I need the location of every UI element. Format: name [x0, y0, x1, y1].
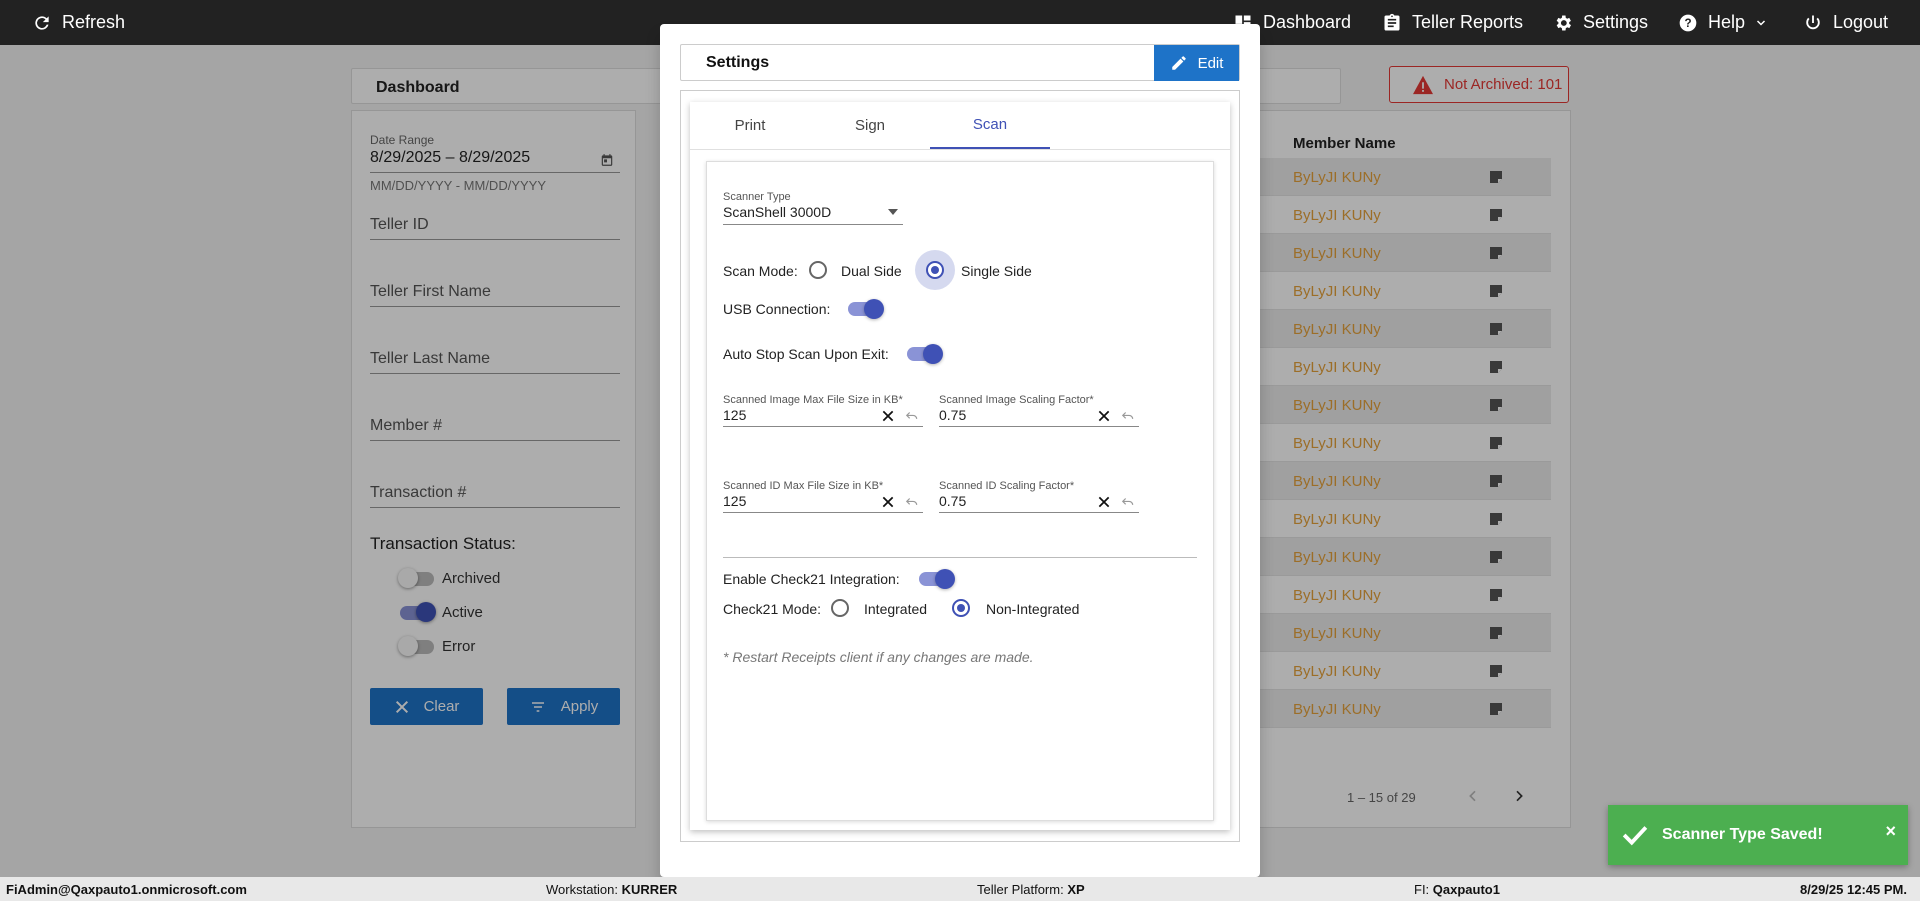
tab-sign[interactable]: Sign — [810, 102, 930, 149]
clear-icon[interactable] — [881, 409, 895, 423]
usb-connection-toggle[interactable] — [848, 299, 884, 319]
gear-icon — [1556, 15, 1571, 30]
scan-mode-single-label: Single Side — [961, 263, 1032, 279]
id-max-size-label: Scanned ID Max File Size in KB* — [723, 480, 884, 492]
check21-mode-label: Check21 Mode: — [723, 601, 822, 617]
image-max-size-label: Scanned Image Max File Size in KB* — [723, 394, 903, 406]
footer-platform: Teller Platform: XP — [977, 882, 1085, 897]
pencil-icon — [1171, 56, 1186, 70]
tab-scan[interactable]: Scan — [930, 102, 1050, 149]
power-icon — [1806, 15, 1820, 29]
restart-note: * Restart Receipts client if any changes… — [723, 649, 1034, 665]
checkmark-icon — [1622, 826, 1648, 846]
image-max-size-underline — [723, 426, 923, 427]
scanner-type-underline — [723, 224, 903, 225]
id-max-size-underline — [723, 512, 923, 513]
toast-close-button[interactable]: × — [1885, 821, 1896, 842]
nav-settings-label: Settings — [1583, 12, 1649, 32]
footer-workstation: Workstation: KURRER — [546, 882, 677, 897]
chevron-down-icon — [1757, 19, 1766, 26]
undo-icon[interactable] — [1121, 495, 1135, 509]
edit-button[interactable]: Edit — [1154, 45, 1239, 81]
image-scaling-input[interactable]: 0.75 — [939, 407, 966, 423]
toast-message: Scanner Type Saved! — [1662, 826, 1823, 843]
nav-settings[interactable]: Settings — [1553, 0, 1648, 45]
check21-integrated-radio[interactable] — [831, 599, 849, 617]
footer-workstation-value: KURRER — [621, 882, 678, 897]
image-scaling-label: Scanned Image Scaling Factor* — [939, 394, 1094, 406]
id-scaling-input[interactable]: 0.75 — [939, 493, 966, 509]
footer-workstation-label: Workstation: — [546, 882, 619, 897]
footer-fi-label: FI: — [1414, 882, 1430, 897]
tab-print[interactable]: Print — [690, 102, 810, 149]
auto-stop-toggle[interactable] — [907, 344, 943, 364]
nav-help[interactable]: ? Help — [1678, 0, 1767, 45]
undo-icon[interactable] — [1121, 409, 1135, 423]
scan-settings-panel: Scanner Type ScanShell 3000D Scan Mode: … — [706, 161, 1214, 821]
nav-help-label: Help — [1708, 12, 1746, 32]
status-footer: FiAdmin@Qaxpauto1.onmicrosoft.com Workst… — [0, 877, 1920, 901]
refresh-label: Refresh — [62, 12, 126, 32]
svg-text:?: ? — [1684, 17, 1691, 30]
clear-icon[interactable] — [1097, 495, 1111, 509]
undo-icon[interactable] — [905, 409, 919, 423]
usb-connection-label: USB Connection: — [723, 301, 831, 317]
footer-platform-value: XP — [1067, 882, 1085, 897]
footer-user: FiAdmin@Qaxpauto1.onmicrosoft.com — [6, 882, 247, 897]
scanner-type-label: Scanner Type — [723, 191, 791, 203]
scan-mode-dual-label: Dual Side — [841, 263, 902, 279]
settings-dialog: Settings Edit Print Sign Scan Scanner Ty… — [660, 24, 1260, 877]
nav-teller-reports[interactable]: Teller Reports — [1382, 0, 1523, 45]
clipboard-icon — [1384, 13, 1400, 31]
section-divider — [723, 557, 1197, 558]
check21-enable-toggle[interactable] — [919, 569, 955, 589]
scanner-type-select[interactable]: ScanShell 3000D — [723, 204, 831, 220]
scan-mode-dual-radio[interactable] — [809, 261, 827, 279]
id-scaling-underline — [939, 512, 1139, 513]
edit-label: Edit — [1197, 54, 1224, 72]
dialog-header: Settings Edit — [680, 44, 1240, 81]
footer-fi-value: Qaxpauto1 — [1432, 882, 1500, 897]
image-scaling-underline — [939, 426, 1139, 427]
refresh-button[interactable]: Refresh — [32, 0, 125, 45]
success-toast: Scanner Type Saved! × — [1608, 805, 1908, 865]
check21-integrated-label: Integrated — [864, 601, 928, 617]
nav-logout[interactable]: Logout — [1803, 0, 1888, 45]
refresh-icon — [35, 15, 49, 30]
clear-icon[interactable] — [881, 495, 895, 509]
dialog-title: Settings — [706, 54, 770, 71]
footer-fi: FI: Qaxpauto1 — [1414, 882, 1500, 897]
id-scaling-label: Scanned ID Scaling Factor* — [939, 480, 1075, 492]
check21-enable-label: Enable Check21 Integration: — [723, 571, 900, 587]
footer-platform-label: Teller Platform: — [977, 882, 1064, 897]
nav-dashboard-label: Dashboard — [1263, 12, 1352, 32]
nav-logout-label: Logout — [1833, 12, 1889, 32]
image-max-size-input[interactable]: 125 — [723, 407, 746, 423]
footer-datetime: 8/29/25 12:45 PM. — [1800, 882, 1907, 897]
id-max-size-input[interactable]: 125 — [723, 493, 746, 509]
undo-icon[interactable] — [905, 495, 919, 509]
auto-stop-label: Auto Stop Scan Upon Exit: — [723, 346, 889, 362]
nav-teller-reports-label: Teller Reports — [1412, 12, 1524, 32]
check21-non-integrated-label: Non-Integrated — [986, 601, 1080, 617]
scan-mode-label: Scan Mode: — [723, 263, 798, 279]
check21-non-integrated-radio[interactable] — [952, 599, 970, 617]
clear-icon[interactable] — [1097, 409, 1111, 423]
help-icon: ? — [1679, 14, 1697, 31]
dropdown-arrow-icon[interactable] — [887, 207, 899, 217]
tabs-divider — [690, 149, 1230, 150]
scan-mode-single-radio[interactable] — [926, 261, 944, 279]
